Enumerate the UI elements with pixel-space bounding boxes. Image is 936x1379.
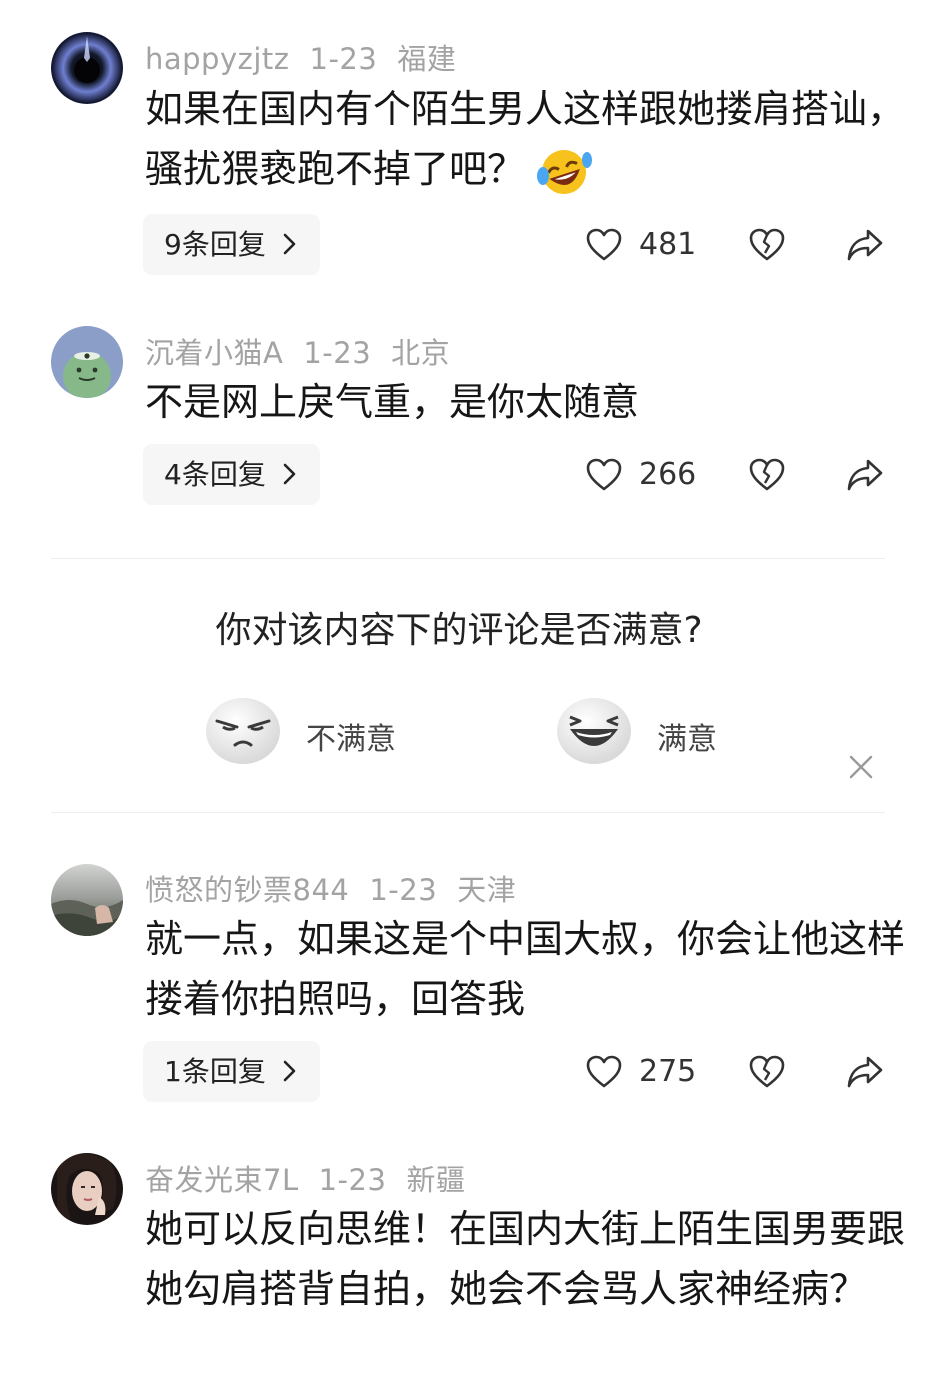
comment-text: 如果在国内有个陌生男人这样跟她搂肩搭讪，骚扰猥亵跑不掉了吧？ [145,79,905,199]
comment-location: 北京 [391,336,451,370]
replies-label: 1条回复 [164,1055,266,1088]
comment-location: 福建 [397,42,457,76]
replies-label: 9条回复 [164,228,266,261]
unimpressed-face-icon [206,698,280,764]
divider [51,558,885,559]
broken-heart-icon[interactable] [749,1055,785,1089]
like-count: 266 [639,457,697,492]
chevron-right-icon [283,463,296,485]
username[interactable]: 奋发光束7L [145,1163,299,1197]
heart-outline-icon[interactable] [586,228,622,262]
comment-date: 1-23 [309,42,378,76]
comment-text-content: 如果在国内有个陌生男人这样跟她搂肩搭讪，骚扰猥亵跑不掉了吧？ [145,87,906,191]
laughing-crying-emoji-icon [535,146,593,198]
comment-meta: happyzjtz 1-23 福建 [145,36,476,78]
avatar[interactable] [51,32,123,104]
comment-text-content: 就一点，如果这是个中国大叔，你会让他这样搂着你拍照吗，回答我 [145,917,906,1021]
avatar[interactable] [51,1153,123,1225]
replies-label: 4条回复 [164,458,266,491]
chevron-right-icon [283,1060,296,1082]
heart-outline-icon[interactable] [586,1055,622,1089]
view-replies-button[interactable]: 9条回复 [143,214,320,275]
username[interactable]: 沉着小猫A [145,336,283,370]
comment-text: 就一点，如果这是个中国大叔，你会让他这样搂着你拍照吗，回答我 [145,909,905,1029]
like-count: 275 [639,1054,697,1089]
laughing-face-icon [557,698,631,764]
username[interactable]: happyzjtz [145,42,290,76]
share-arrow-icon[interactable] [846,458,884,492]
survey-question: 你对该内容下的评论是否满意? [215,610,703,651]
heart-outline-icon[interactable] [586,458,622,492]
like-count: 481 [639,227,697,262]
view-replies-button[interactable]: 1条回复 [143,1041,320,1102]
broken-heart-icon[interactable] [749,228,785,262]
close-icon[interactable] [849,755,873,779]
comment-meta: 沉着小猫A 1-23 北京 [145,330,470,372]
avatar[interactable] [51,326,123,398]
comment-text: 她可以反向思维！在国内大街上陌生国男要跟她勾肩搭背自拍，她会不会骂人家神经病？ [145,1199,905,1319]
satisfied-label: 满意 [657,722,717,757]
comment-text-content: 不是网上戾气重，是你太随意 [145,380,640,424]
chevron-right-icon [283,233,296,255]
comment-date: 1-23 [318,1163,387,1197]
comment-date: 1-23 [369,873,438,907]
divider [51,812,885,813]
share-arrow-icon[interactable] [846,228,884,262]
comment-date: 1-23 [303,336,372,370]
avatar[interactable] [51,864,123,936]
view-replies-button[interactable]: 4条回复 [143,444,320,505]
comment-meta: 奋发光束7L 1-23 新疆 [145,1157,485,1199]
username[interactable]: 愤怒的钞票844 [145,873,349,907]
comment-text: 不是网上戾气重，是你太随意 [145,372,905,432]
comment-text-content: 她可以反向思维！在国内大街上陌生国男要跟她勾肩搭背自拍，她会不会骂人家神经病？ [145,1207,906,1311]
share-arrow-icon[interactable] [846,1055,884,1089]
comment-location: 天津 [457,873,517,907]
broken-heart-icon[interactable] [749,458,785,492]
comment-location: 新疆 [406,1163,466,1197]
unsatisfied-label: 不满意 [306,722,396,757]
comment-meta: 愤怒的钞票844 1-23 天津 [145,867,536,909]
